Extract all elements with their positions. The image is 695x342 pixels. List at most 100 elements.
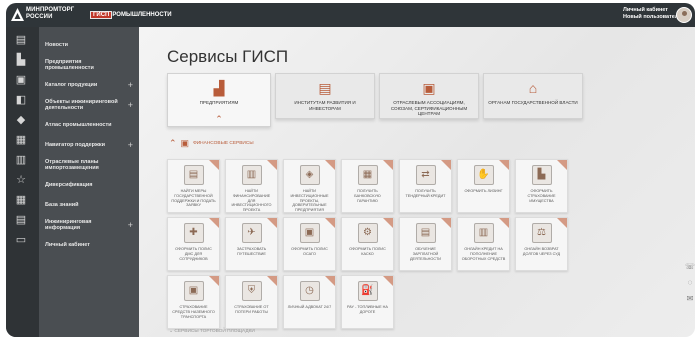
sidebar-item-label: Отраслевые планы импортозамещения [45, 158, 99, 172]
service-tile[interactable]: ⚙ Оформить полис КАСКО [341, 217, 394, 271]
section-marketplace-header[interactable]: ⌄ СЕРВИСЫ ТОРГОВОЙ ПЛОЩАДКИ [169, 329, 255, 334]
catalog-icon[interactable]: ▣ [13, 73, 29, 87]
service-tile[interactable]: ▤ Найти меры государственной поддержки и … [167, 159, 220, 213]
finance-section-icon: ▣ [180, 138, 190, 148]
tender-icon: ⇄ [415, 165, 436, 185]
sidebar-item-engineering-info[interactable]: Инжиниринговая информация + [39, 215, 139, 235]
sidebar-item-label: Личный кабинет [45, 241, 90, 248]
personal-cabinet-link[interactable]: Личный кабинет Новый пользователь [623, 7, 682, 21]
kasko-icon: ⚙ [357, 223, 378, 243]
gisp-suffix: РОМЫШЛЕННОСТИ [112, 12, 172, 18]
expand-icon[interactable]: + [128, 221, 133, 229]
navigator-icon[interactable]: ▦ [13, 133, 29, 147]
service-tile[interactable]: ▦ Получить банковскую гарантию [341, 159, 394, 213]
lawyer-icon: ◷ [299, 281, 320, 301]
category-label: ИНСТИТУТАМ РАЗВИТИЯ И ИНВЕСТОРАМ [294, 100, 356, 111]
service-tile[interactable]: ◈ Найти инвестиционные проекты, доверител… [283, 159, 336, 213]
guarantee-icon: ▦ [357, 165, 378, 185]
service-tile[interactable]: ▥ Найти финансирование для инвестиционног… [225, 159, 278, 213]
expand-icon[interactable]: + [128, 81, 133, 89]
service-tile[interactable]: ▥ Онлайн кредит на пополнение оборотных с… [457, 217, 510, 271]
service-label: Оформить полис КАСКО [349, 247, 386, 256]
sidebar-item-atlas[interactable]: Атлас промышленности [39, 115, 139, 135]
sidebar-item-plans[interactable]: Отраслевые планы импортозамещения [39, 155, 139, 175]
service-tile[interactable]: ✈ Застраховать путешествие [225, 217, 278, 271]
sidebar-item-cabinet[interactable]: Личный кабинет [39, 235, 139, 255]
service-tile[interactable]: ▤ Обучение зарплатной деятельности [399, 217, 452, 271]
section-title: ФИНАНСОВЫЕ СЕРВИСЫ [193, 141, 254, 146]
avatar[interactable] [676, 7, 692, 23]
service-label: Получить банковскую гарантию [354, 189, 381, 203]
phone-icon[interactable]: ☏ [685, 259, 695, 275]
knowledge-icon[interactable]: ▦ [13, 193, 29, 207]
service-tile[interactable]: ▙ Оформить страхование имущества [515, 159, 568, 213]
category-card-enterprises[interactable]: ▟ ПРЕДПРИЯТИЯМ ⌃ [167, 73, 271, 127]
page-title: Сервисы ГИСП [167, 47, 289, 66]
cabinet-user: Новый пользователь [623, 14, 682, 20]
service-tile[interactable]: ⇄ Получить тендерный кредит [399, 159, 452, 213]
top-header: МИНПРОМТОРГ РОССИИ ГИСП РОМЫШЛЕННОСТИ Лич… [6, 3, 695, 27]
sidebar-item-enterprises[interactable]: Предприятия промышленности [39, 55, 139, 75]
profile-icon[interactable]: ▭ [13, 233, 29, 247]
chat-icon[interactable]: ◌ [685, 275, 695, 291]
service-label: Pay - топливные на дороге [347, 305, 388, 314]
service-label: Личный адвокат 24/7 [287, 305, 332, 309]
sidebar-item-label: Инжиниринговая информация [45, 218, 92, 232]
logo-line-1: МИНПРОМТОРГ [26, 7, 75, 13]
sidebar-item-navigator[interactable]: Навигатор поддержки + [39, 135, 139, 155]
finance-icon: ▥ [241, 165, 262, 185]
minpromtorg-logo-icon[interactable] [11, 8, 24, 21]
service-tile[interactable]: ⛨ Страхование от потери работы [225, 275, 278, 329]
cabinet-title: Личный кабинет [623, 7, 668, 13]
service-tile[interactable]: ⛽ Pay - топливные на дороге [341, 275, 394, 329]
investors-icon: ▤ [318, 80, 332, 96]
category-card-government[interactable]: ⌂ ОРГАНАМ ГОСУДАРСТВЕННОЙ ВЛАСТИ [483, 73, 583, 119]
service-tile[interactable]: ⚖ Онлайн возврат долгов через суд [515, 217, 568, 271]
sidebar-item-label: Каталог продукции [45, 81, 98, 88]
service-tile[interactable]: ◷ Личный адвокат 24/7 [283, 275, 336, 329]
section-finance-header[interactable]: ⌃ ▣ ФИНАНСОВЫЕ СЕРВИСЫ [169, 138, 254, 149]
logo-text[interactable]: МИНПРОМТОРГ РОССИИ [26, 7, 74, 21]
sidebar-item-knowledge-base[interactable]: База знаний [39, 195, 139, 215]
sidebar-item-label: Диверсификация [45, 181, 93, 188]
mail-icon[interactable]: ✉ [685, 291, 695, 307]
service-tile[interactable]: ✚ Оформить полис ДМС для сотрудников [167, 217, 220, 271]
engineering-icon[interactable]: ◧ [13, 93, 29, 107]
service-label: Найти финансирование для инвестиционного… [231, 189, 272, 213]
logo-line-2: РОССИИ [26, 14, 53, 20]
fuel-icon: ⛽ [357, 281, 378, 301]
sidebar-item-label: Новости [45, 41, 69, 48]
government-icon: ⌂ [528, 80, 538, 96]
service-label: Страхование средств наземного транспорта [172, 305, 215, 319]
service-label: Получить тендерный кредит [405, 189, 446, 198]
star-icon[interactable]: ☆ [13, 173, 29, 187]
category-label: ОРГАНАМ ГОСУДАРСТВЕННОЙ ВЛАСТИ [488, 100, 578, 105]
chevron-down-icon: ⌄ [169, 329, 174, 334]
news-icon[interactable]: ▤ [13, 33, 29, 47]
service-label: Найти меры государственной поддержки и п… [171, 189, 216, 208]
sidebar-item-engineering-objects[interactable]: Объекты инжиниринговой деятельности + [39, 95, 139, 115]
atlas-icon[interactable]: ◆ [13, 113, 29, 127]
court-icon: ⚖ [531, 223, 552, 243]
sidebar-item-catalog[interactable]: Каталог продукции + [39, 75, 139, 95]
category-card-associations[interactable]: ▣ ОТРАСЛЕВЫМ АССОЦИАЦИЯМ, СОЮЗАМ, СЕРТИФ… [379, 73, 479, 119]
sidebar-item-news[interactable]: Новости [39, 35, 139, 55]
sidebar-item-label: Объекты инжиниринговой деятельности [45, 98, 118, 112]
service-tile[interactable]: ▣ Оформить полис ОСАГО [283, 217, 336, 271]
service-label: Застраховать путешествие [236, 247, 267, 256]
sidebar-icon-column: ▤ ▙ ▣ ◧ ◆ ▦ ▥ ☆ ▦ ▤ ▭ [6, 27, 39, 337]
gisp-brand[interactable]: ГИСП РОМЫШЛЕННОСТИ [90, 11, 172, 19]
expand-icon[interactable]: + [128, 101, 133, 109]
medical-icon: ✚ [183, 223, 204, 243]
service-label: Обучение зарплатной деятельности [409, 247, 442, 261]
sidebar-item-diversification[interactable]: Диверсификация [39, 175, 139, 195]
service-tile[interactable]: ▣ Страхование средств наземного транспорт… [167, 275, 220, 329]
category-card-investors[interactable]: ▤ ИНСТИТУТАМ РАЗВИТИЯ И ИНВЕСТОРАМ [275, 73, 375, 119]
plans-icon[interactable]: ▥ [13, 153, 29, 167]
expand-icon[interactable]: + [128, 141, 133, 149]
service-tile[interactable]: ✋ Оформить лизинг [457, 159, 510, 213]
leasing-icon: ✋ [473, 165, 494, 185]
factory-icon[interactable]: ▙ [13, 53, 29, 67]
document-icon[interactable]: ▤ [13, 213, 29, 227]
job-icon: ⛨ [241, 281, 262, 301]
